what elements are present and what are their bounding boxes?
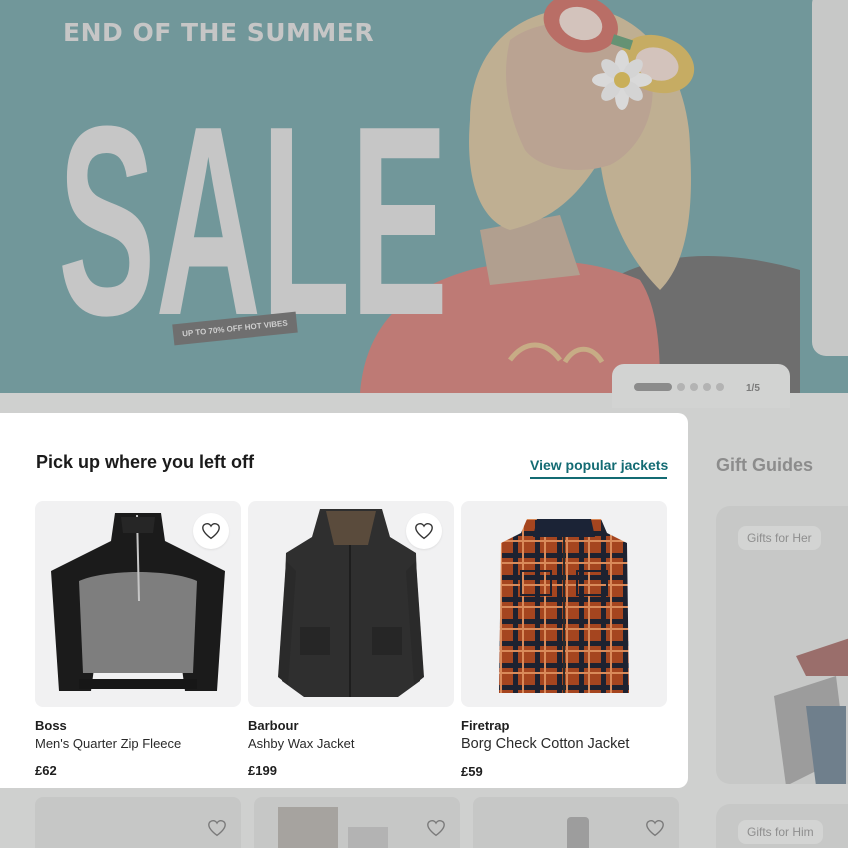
product-price: £59 — [461, 764, 483, 779]
product-card[interactable]: Barbour Ashby Wax Jacket £199 — [248, 501, 454, 778]
gift-card-label: Gifts for Him — [738, 820, 823, 844]
product-image[interactable] — [248, 501, 454, 707]
heart-icon[interactable] — [426, 819, 446, 837]
hero-headline: END OF THE SUMMER — [63, 18, 375, 47]
check-jacket-image — [499, 519, 629, 693]
product-price: £199 — [248, 763, 277, 778]
gift-card-him[interactable]: Gifts for Him — [716, 804, 848, 848]
heart-icon[interactable] — [207, 819, 227, 837]
product-name: Borg Check Cotton Jacket — [461, 736, 630, 752]
carousel-count: 1/5 — [746, 383, 760, 394]
product-tile[interactable] — [254, 797, 460, 848]
product-card[interactable]: Firetrap Borg Check Cotton Jacket £59 — [461, 501, 667, 779]
carousel-dots — [634, 383, 724, 391]
carousel-pager[interactable]: 1/5 — [612, 364, 790, 408]
heart-icon — [202, 522, 220, 540]
heart-icon[interactable] — [645, 819, 665, 837]
favourite-button[interactable] — [193, 513, 229, 549]
section-title: Pick up where you left off — [36, 452, 255, 472]
heart-icon — [415, 522, 433, 540]
tile-image — [278, 807, 388, 848]
product-brand: Firetrap — [461, 718, 510, 733]
product-image[interactable] — [461, 501, 667, 707]
carousel-dot[interactable] — [634, 383, 672, 391]
hero-next-slide[interactable] — [812, 0, 848, 356]
carousel-dot[interactable] — [677, 383, 685, 391]
product-tile[interactable] — [35, 797, 241, 848]
gift-card-image — [774, 638, 848, 784]
product-brand: Barbour — [248, 718, 299, 733]
gift-card-label: Gifts for Her — [738, 526, 821, 550]
hero-sale-word: SALE — [58, 71, 448, 334]
hero-banner[interactable]: END OF THE SUMMER SALE UP TO 70% OFF HOT… — [0, 0, 848, 393]
recently-viewed-card: Pick up where you left off View popular … — [0, 413, 688, 788]
product-image[interactable] — [35, 501, 241, 707]
product-tile[interactable] — [473, 797, 679, 848]
favourite-button[interactable] — [406, 513, 442, 549]
carousel-dot[interactable] — [716, 383, 724, 391]
product-brand: Boss — [35, 718, 67, 733]
view-popular-jackets-link[interactable]: View popular jackets — [530, 457, 668, 479]
product-name: Men's Quarter Zip Fleece — [35, 736, 182, 751]
carousel-dot[interactable] — [690, 383, 698, 391]
svg-text:SALE: SALE — [58, 71, 448, 334]
gift-guides-title: Gift Guides — [716, 455, 814, 475]
tile-image — [567, 817, 589, 848]
product-price: £62 — [35, 763, 57, 778]
product-card[interactable]: Boss Men's Quarter Zip Fleece £62 — [35, 501, 241, 778]
product-name: Ashby Wax Jacket — [248, 736, 355, 751]
gift-card-her[interactable]: Gifts for Her — [716, 506, 848, 784]
carousel-dot[interactable] — [703, 383, 711, 391]
